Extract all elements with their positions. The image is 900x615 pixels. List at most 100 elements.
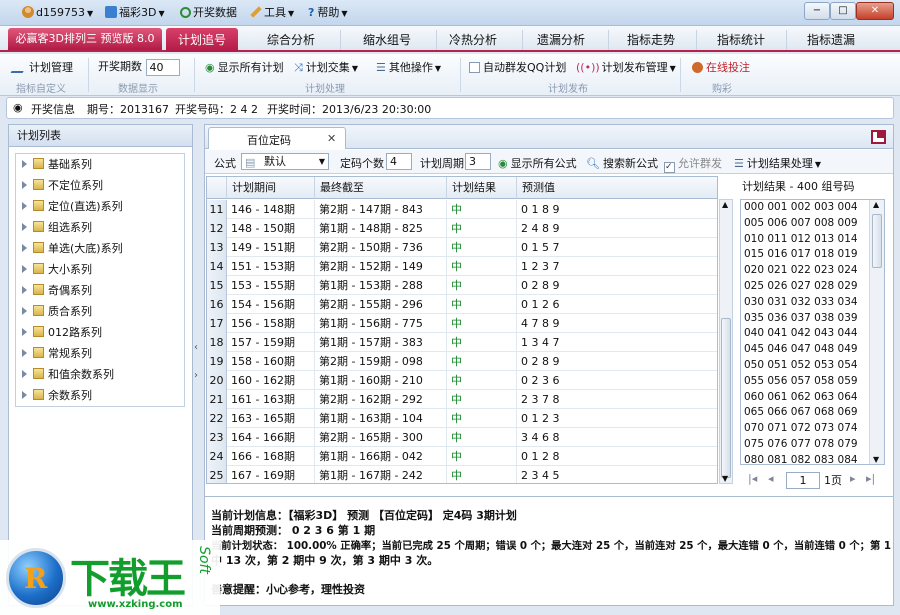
tools-menu[interactable]: 工具 ▼ xyxy=(250,5,294,21)
ribbon-divider xyxy=(680,58,681,92)
publish-manage-button[interactable]: ((•)) 计划发布管理 ▼ xyxy=(576,59,676,75)
scroll-down-icon[interactable]: ▼ xyxy=(873,455,879,464)
lottery-menu[interactable]: 福彩3D ▼ xyxy=(105,5,165,21)
open-data-button[interactable]: 开奖数据 xyxy=(180,5,237,21)
restore-window-icon[interactable] xyxy=(871,130,886,144)
tree-item[interactable]: 定位(直选)系列 xyxy=(16,196,184,217)
last-page-icon[interactable]: ▸| xyxy=(866,472,875,485)
table-cell: 167 - 169期 xyxy=(227,466,315,483)
tab-hot-cold[interactable]: 冷热分析 xyxy=(428,30,518,50)
column-header[interactable]: 最终截至 xyxy=(315,177,447,199)
close-tab-icon[interactable]: ✕ xyxy=(327,132,336,145)
online-bet-button[interactable]: 在线投注 xyxy=(692,59,750,75)
column-header[interactable]: 预测值 xyxy=(517,177,717,199)
results-scrollbar[interactable]: ▲ ▼ xyxy=(869,200,884,464)
table-row[interactable]: 25 167 - 169期 第1期 - 167期 - 242 中 2 3 4 5 xyxy=(207,466,717,483)
table-row[interactable]: 21 161 - 163期 第2期 - 162期 - 292 中 2 3 7 8 xyxy=(207,390,717,409)
table-scrollbar[interactable]: ▲ ▼ xyxy=(719,199,733,484)
formula-label: 公式 xyxy=(214,157,236,170)
result-line: 055 056 057 058 059 xyxy=(744,374,858,387)
table-cell: 第1期 - 148期 - 825 xyxy=(315,219,447,238)
scroll-up-icon[interactable]: ▲ xyxy=(873,200,879,209)
show-all-plans-button[interactable]: ◉ 显示所有计划 xyxy=(205,59,284,75)
table-row[interactable]: 19 158 - 160期 第2期 - 159期 - 098 中 0 2 8 9 xyxy=(207,352,717,371)
count-input[interactable]: 4 xyxy=(386,153,412,170)
tab-omission[interactable]: 遗漏分析 xyxy=(516,30,606,50)
table-cell: 中 xyxy=(447,352,517,371)
table-row[interactable]: 23 164 - 166期 第2期 - 165期 - 300 中 3 4 6 8 xyxy=(207,428,717,447)
table-row[interactable]: 22 163 - 165期 第1期 - 163期 - 104 中 0 1 2 3 xyxy=(207,409,717,428)
table-cell: 中 xyxy=(447,409,517,428)
allow-group-checkbox[interactable]: ✓ 允许群发 xyxy=(664,155,722,173)
show-all-formulas-button[interactable]: ◉ 显示所有公式 xyxy=(498,155,577,171)
tree-item[interactable]: 不定位系列 xyxy=(16,175,184,196)
tab-indicator-trend[interactable]: 指标走势 xyxy=(606,30,696,50)
table-row[interactable]: 11 146 - 148期 第2期 - 147期 - 843 中 0 1 8 9 xyxy=(207,200,717,219)
folder-icon xyxy=(33,347,44,358)
maximize-button[interactable]: □ xyxy=(830,2,856,20)
tab-indicator-stats[interactable]: 指标统计 xyxy=(696,30,786,50)
tree-item[interactable]: 大小系列 xyxy=(16,259,184,280)
first-page-icon[interactable]: |◂ xyxy=(748,472,757,485)
table-row[interactable]: 13 149 - 151期 第2期 - 150期 - 736 中 0 1 5 7 xyxy=(207,238,717,257)
result-line: 075 076 077 078 079 xyxy=(744,437,858,450)
next-page-icon[interactable]: ▸ xyxy=(850,472,856,485)
other-ops-button[interactable]: ☰ 其他操作 ▼ xyxy=(376,59,441,75)
table-row[interactable]: 17 156 - 158期 第1期 - 156期 - 775 中 4 7 8 9 xyxy=(207,314,717,333)
scroll-down-icon[interactable]: ▼ xyxy=(722,474,728,483)
close-button[interactable]: ✕ xyxy=(856,2,894,20)
tree-item[interactable]: 质合系列 xyxy=(16,301,184,322)
plan-manage-button[interactable]: 计划管理 xyxy=(10,59,73,75)
expand-icon xyxy=(22,286,27,294)
auto-qq-checkbox[interactable]: 自动群发QQ计划 xyxy=(469,59,566,75)
help-menu[interactable]: ? 帮助 ▼ xyxy=(308,5,348,21)
scroll-up-icon[interactable]: ▲ xyxy=(722,200,728,209)
periods-input[interactable]: 40 xyxy=(145,58,180,76)
lottery-icon xyxy=(105,6,117,18)
broadcast-icon: ((•)) xyxy=(576,61,600,74)
collapse-left-icon: ‹ xyxy=(194,342,198,353)
table-cell: 151 - 153期 xyxy=(227,257,315,276)
table-row[interactable]: 24 166 - 168期 第1期 - 166期 - 042 中 0 1 2 8 xyxy=(207,447,717,466)
tab-plan-tracking[interactable]: 计划追号 xyxy=(166,28,238,52)
tab-shrink[interactable]: 缩水组号 xyxy=(342,30,432,50)
plan-intersect-button[interactable]: ⤨ 计划交集 ▼ xyxy=(294,59,358,75)
table-row[interactable]: 15 153 - 155期 第1期 - 153期 - 288 中 0 2 8 9 xyxy=(207,276,717,295)
row-number: 18 xyxy=(207,333,227,352)
tab-hundreds-position[interactable]: 百位定码 ✕ xyxy=(208,127,346,149)
ribbon-divider xyxy=(460,58,461,92)
panel-splitter[interactable]: ‹ › xyxy=(193,124,203,606)
tree-item[interactable]: 常规系列 xyxy=(16,343,184,364)
table-row[interactable]: 14 151 - 153期 第2期 - 152期 - 149 中 1 2 3 7 xyxy=(207,257,717,276)
user-menu[interactable]: d159753 ▼ xyxy=(22,5,93,21)
chevron-down-icon: ▼ xyxy=(86,9,94,18)
cycle-input[interactable]: 3 xyxy=(465,153,491,170)
prev-page-icon[interactable]: ◂ xyxy=(768,472,774,485)
table-row[interactable]: 12 148 - 150期 第1期 - 148期 - 825 中 2 4 8 9 xyxy=(207,219,717,238)
tab-indicator-omission[interactable]: 指标遗漏 xyxy=(786,30,876,50)
search-new-formula-button[interactable]: 🔍︎ 搜索新公式 xyxy=(586,155,658,171)
tree-item[interactable]: 基础系列 xyxy=(16,154,184,175)
table-row[interactable]: 20 160 - 162期 第1期 - 160期 - 210 中 0 2 3 6 xyxy=(207,371,717,390)
tree-item[interactable]: 单选(大底)系列 xyxy=(16,238,184,259)
tree-item[interactable]: 组选系列 xyxy=(16,217,184,238)
row-number: 16 xyxy=(207,295,227,314)
scroll-thumb[interactable] xyxy=(721,318,731,478)
scroll-thumb[interactable] xyxy=(872,214,882,268)
tree-item[interactable]: 和值余数系列 xyxy=(16,364,184,385)
column-header[interactable]: 计划结果 xyxy=(447,177,517,199)
tree-item[interactable]: 012路系列 xyxy=(16,322,184,343)
tab-comprehensive[interactable]: 综合分析 xyxy=(246,30,336,50)
page-input[interactable]: 1 xyxy=(786,472,820,489)
table-cell: 156 - 158期 xyxy=(227,314,315,333)
table-cell: 第1期 - 156期 - 775 xyxy=(315,314,447,333)
tree-item[interactable]: 奇偶系列 xyxy=(16,280,184,301)
table-row[interactable]: 16 154 - 156期 第2期 - 155期 - 296 中 0 1 2 6 xyxy=(207,295,717,314)
tree-item[interactable]: 余数系列 xyxy=(16,385,184,406)
minimize-button[interactable]: − xyxy=(804,2,830,20)
formula-select[interactable]: ▤ 默认 ▼ xyxy=(241,153,329,170)
result-process-button[interactable]: ☰ 计划结果处理 ▼ xyxy=(734,155,821,171)
column-header[interactable]: 计划期间 xyxy=(227,177,315,199)
table-cell: 2 4 8 9 xyxy=(517,219,717,238)
table-row[interactable]: 18 157 - 159期 第1期 - 157期 - 383 中 1 3 4 7 xyxy=(207,333,717,352)
